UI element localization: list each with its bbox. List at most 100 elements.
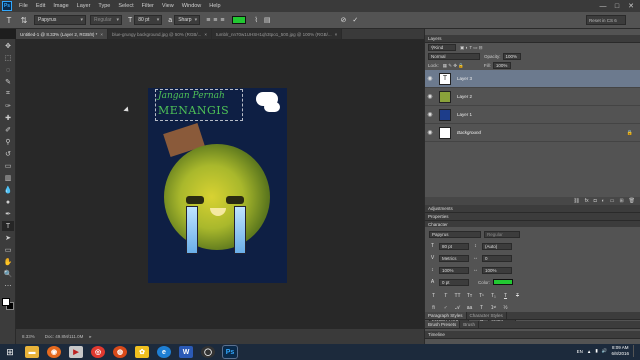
language-indicator[interactable]: EN <box>577 349 583 354</box>
layer-row[interactable]: ◉ Background 🔒 <box>425 124 640 142</box>
properties-panel-tab[interactable]: Properties <box>425 213 640 221</box>
swash-button[interactable]: 𝒜 <box>453 305 462 311</box>
marquee-tool-icon[interactable]: ⬚ <box>2 53 14 63</box>
close-tab-icon[interactable]: × <box>335 32 338 37</box>
new-layer-icon[interactable]: ⊞ <box>619 198 623 204</box>
show-desktop-button[interactable] <box>633 345 636 357</box>
trash-icon[interactable]: 🗑 <box>629 198 635 204</box>
firefox-icon[interactable]: ◉ <box>47 346 61 358</box>
zoom-level[interactable]: 8.33% <box>16 334 41 339</box>
visibility-eye-icon[interactable]: ◉ <box>425 129 435 136</box>
crop-tool-icon[interactable]: ⌗ <box>2 89 14 99</box>
word-icon[interactable]: W <box>179 346 193 358</box>
hand-tool-icon[interactable]: ✋ <box>2 257 14 267</box>
menu-image[interactable]: Image <box>49 3 72 9</box>
obs-icon[interactable]: ◯ <box>201 346 215 358</box>
char-hscale-field[interactable]: 100% <box>482 266 512 274</box>
tab-paragraph-styles[interactable]: Paragraph Styles <box>425 312 467 319</box>
adjustment-layer-icon[interactable]: ◐ <box>602 198 605 204</box>
tab-character-styles[interactable]: Character Styles <box>466 312 507 319</box>
windows-start-icon[interactable]: ⊞ <box>3 345 17 359</box>
layer-name[interactable]: Layer 3 <box>457 76 472 81</box>
ordinals-button[interactable]: 1ˢᵗ <box>489 305 498 311</box>
menu-help[interactable]: Help <box>205 3 224 9</box>
char-tracking-field[interactable]: 0 <box>482 254 512 262</box>
tab-blue-grungy[interactable]: blue-grungy background.jpg @ 50% (RGB/..… <box>108 29 213 39</box>
shape-tool-icon[interactable]: ▭ <box>2 245 14 255</box>
filter-icons[interactable]: ▣ ◐ T ▭ ⊟ <box>460 45 483 51</box>
menu-edit[interactable]: Edit <box>32 3 49 9</box>
history-brush-tool-icon[interactable]: ↺ <box>2 149 14 159</box>
char-kerning-field[interactable]: Metrics <box>439 254 469 262</box>
color-swatches[interactable] <box>2 298 14 310</box>
lock-icons[interactable]: ▦ ✎ ✥ 🔒 <box>443 63 464 69</box>
superscript-button[interactable]: T¹ <box>477 293 486 299</box>
clone-stamp-tool-icon[interactable]: ⚲ <box>2 137 14 147</box>
file-explorer-icon[interactable]: ▬ <box>25 346 39 358</box>
app-icon[interactable]: ◍ <box>113 346 127 358</box>
minimize-button[interactable]: — <box>596 0 610 12</box>
media-player-icon[interactable]: ▶ <box>69 346 83 358</box>
char-vscale-field[interactable]: 100% <box>439 266 469 274</box>
close-button[interactable]: ✕ <box>624 0 638 12</box>
menu-view[interactable]: View <box>158 3 178 9</box>
tab-untitled-1[interactable]: Untitled-1 @ 8.33% (Layer 2, RGB/8) * × <box>16 29 108 39</box>
discretionary-button[interactable]: ♂ <box>441 305 450 311</box>
cancel-icon[interactable]: ⊘ <box>341 16 347 24</box>
brush-tool-icon[interactable]: ✐ <box>2 125 14 135</box>
layer-row[interactable]: ◉ Layer 1 <box>425 106 640 124</box>
faux-italic-button[interactable]: T <box>441 293 450 299</box>
commit-icon[interactable]: ✓ <box>352 16 358 24</box>
toggle-orientation-icon[interactable]: ⇅ <box>18 14 30 26</box>
blur-tool-icon[interactable]: 💧 <box>2 185 14 195</box>
character-panel-icon[interactable]: ▤ <box>264 16 271 24</box>
subscript-button[interactable]: T₁ <box>489 293 498 299</box>
zoom-tool-icon[interactable]: 🔍 <box>2 269 14 279</box>
app-icon[interactable]: ✿ <box>135 346 149 358</box>
chrome-icon[interactable]: ◎ <box>91 346 105 358</box>
close-tab-icon[interactable]: × <box>204 32 207 37</box>
blend-mode-select[interactable]: Normal <box>428 53 480 60</box>
menu-select[interactable]: Select <box>114 3 137 9</box>
layer-style-icon[interactable]: fx <box>585 198 589 204</box>
path-select-tool-icon[interactable]: ➤ <box>2 233 14 243</box>
align-center-icon[interactable]: ≡ <box>213 17 217 24</box>
text-color-swatch[interactable] <box>232 16 247 24</box>
menu-filter[interactable]: Filter <box>138 3 158 9</box>
pen-tool-icon[interactable]: ✒ <box>2 209 14 219</box>
char-color-swatch[interactable] <box>493 279 514 285</box>
photoshop-taskbar-icon[interactable]: Ps <box>222 345 238 359</box>
eraser-tool-icon[interactable]: ▭ <box>2 161 14 171</box>
char-baseline-field[interactable]: 0 pt <box>439 278 469 286</box>
close-tab-icon[interactable]: × <box>100 32 103 37</box>
tab-brush[interactable]: Brush <box>460 321 480 328</box>
healing-tool-icon[interactable]: ✚ <box>2 113 14 123</box>
fill-field[interactable]: 100% <box>492 62 511 69</box>
foreground-color[interactable] <box>2 298 10 306</box>
font-style-select[interactable]: Regular <box>90 15 122 25</box>
strikethrough-button[interactable]: T <box>513 293 522 299</box>
visibility-eye-icon[interactable]: ◉ <box>425 75 435 82</box>
char-leading-field[interactable]: (Auto) <box>482 242 512 250</box>
menu-window[interactable]: Window <box>178 3 206 9</box>
more-tools-icon[interactable]: ⋯ <box>2 281 14 291</box>
char-size-field[interactable]: 80 pt <box>439 242 469 250</box>
document-canvas[interactable]: Jangan Pernah MENANGIS <box>148 88 287 283</box>
canvas-area[interactable]: Jangan Pernah MENANGIS <box>16 39 424 329</box>
fractions-button[interactable]: ½ <box>501 305 510 311</box>
status-arrow-icon[interactable]: ▸ <box>89 334 91 340</box>
link-layers-icon[interactable]: ⛓ <box>573 198 579 204</box>
network-icon[interactable]: ▮ <box>595 348 597 354</box>
font-family-select[interactable]: Papyrus <box>34 15 86 25</box>
menu-type[interactable]: Type <box>94 3 114 9</box>
ligature-button[interactable]: fi <box>429 305 438 311</box>
layer-mask-icon[interactable]: ◘ <box>594 198 597 204</box>
show-hidden-icons-icon[interactable]: ▲ <box>587 349 591 354</box>
lasso-tool-icon[interactable]: ◌ <box>2 65 14 75</box>
type-tool-icon[interactable]: T <box>3 14 15 26</box>
layer-name[interactable]: Layer 2 <box>457 94 472 99</box>
layer-row[interactable]: ◉ T Layer 3 <box>425 70 640 88</box>
layer-name[interactable]: Layer 1 <box>457 112 472 117</box>
dodge-tool-icon[interactable]: ● <box>2 197 14 207</box>
layer-row[interactable]: ◉ Layer 2 <box>425 88 640 106</box>
